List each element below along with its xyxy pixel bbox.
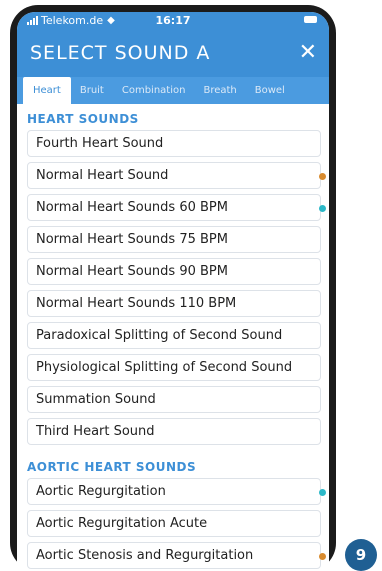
section-header-aortic-heart-sounds: AORTIC HEART SOUNDS — [27, 460, 197, 474]
list-item[interactable]: Aortic Regurgitation Acute — [27, 510, 321, 537]
tab-breath[interactable]: Breath — [194, 77, 245, 104]
item-label: Summation Sound — [36, 392, 156, 407]
section-header-heart-sounds: HEART SOUNDS — [27, 112, 139, 126]
list-item[interactable]: Summation Sound — [27, 386, 321, 413]
screen: Telekom.de ◆ 16:17 SELECT SOUND A ✕ Hear… — [17, 12, 329, 571]
list-item[interactable]: Third Heart Sound — [27, 418, 321, 445]
list-item[interactable]: Aortic Stenosis and Regurgitation — [27, 542, 326, 569]
list-item[interactable]: Normal Heart Sounds 110 BPM — [27, 290, 321, 317]
item-label: Normal Heart Sounds 60 BPM — [36, 200, 228, 215]
status-time: 16:17 — [155, 14, 191, 27]
status-dot-teal — [319, 205, 326, 212]
list-item[interactable]: Normal Heart Sounds 90 BPM — [27, 258, 321, 285]
item-label: Fourth Heart Sound — [36, 136, 164, 151]
item-label: Normal Heart Sounds 110 BPM — [36, 296, 237, 311]
list-item[interactable]: Normal Heart Sound — [27, 162, 326, 189]
page-title: SELECT SOUND A — [30, 42, 211, 64]
tab-bar: Heart Bruit Combination Breath Bowel — [17, 77, 329, 104]
item-label: Normal Heart Sounds 90 BPM — [36, 264, 228, 279]
tab-bowel[interactable]: Bowel — [246, 77, 294, 104]
battery-icon — [304, 16, 317, 23]
list-item[interactable]: Paradoxical Splitting of Second Sound — [27, 322, 321, 349]
item-label: Paradoxical Splitting of Second Sound — [36, 328, 283, 343]
item-label: Physiological Splitting of Second Sound — [36, 360, 293, 375]
list-item[interactable]: Normal Heart Sounds 75 BPM — [27, 226, 321, 253]
item-label: Aortic Regurgitation Acute — [36, 516, 208, 531]
list-item[interactable]: Fourth Heart Sound — [27, 130, 321, 157]
list-item[interactable]: Aortic Regurgitation — [27, 478, 326, 505]
list-item[interactable]: Normal Heart Sounds 60 BPM — [27, 194, 326, 221]
item-label: Third Heart Sound — [36, 424, 155, 439]
status-bar: Telekom.de ◆ 16:17 — [17, 12, 329, 29]
sound-list: HEART SOUNDS Fourth Heart Sound Normal H… — [17, 104, 329, 569]
item-label: Aortic Stenosis and Regurgitation — [36, 548, 254, 563]
status-dot-orange — [319, 173, 326, 180]
tab-combination[interactable]: Combination — [113, 77, 195, 104]
page-number-badge: 9 — [345, 539, 377, 571]
status-dot-teal — [319, 489, 326, 496]
tab-bruit[interactable]: Bruit — [71, 77, 113, 104]
item-label: Normal Heart Sounds 75 BPM — [36, 232, 228, 247]
list-item[interactable]: Physiological Splitting of Second Sound — [27, 354, 321, 381]
item-label: Aortic Regurgitation — [36, 484, 166, 499]
tab-heart[interactable]: Heart — [23, 77, 71, 104]
status-dot-orange — [319, 553, 326, 560]
item-label: Normal Heart Sound — [36, 168, 169, 183]
close-icon[interactable]: ✕ — [299, 42, 317, 64]
title-bar: SELECT SOUND A ✕ — [17, 29, 329, 77]
